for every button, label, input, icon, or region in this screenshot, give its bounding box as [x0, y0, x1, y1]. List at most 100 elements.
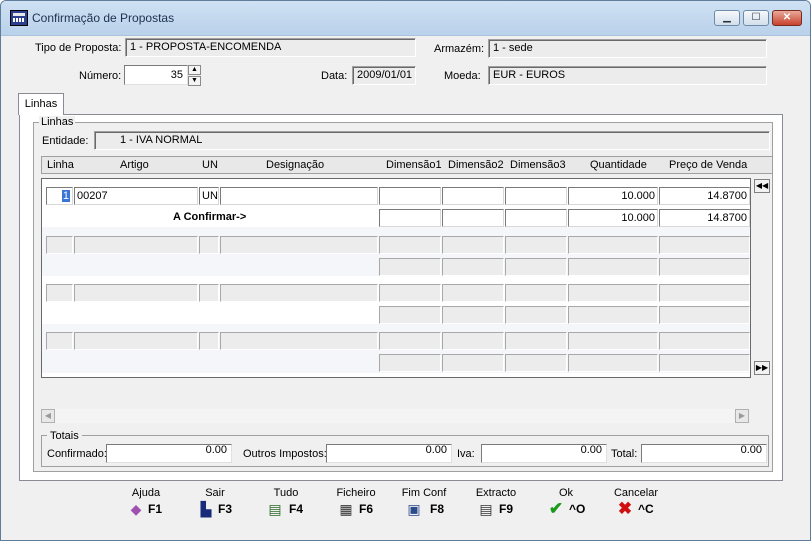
maximize-button[interactable]: ☐ [743, 10, 769, 26]
tudo-button[interactable]: Tudo ▤ F4 [256, 485, 316, 521]
cancelar-label: Cancelar [613, 487, 659, 499]
ajuda-key: F1 [148, 502, 163, 516]
column-artigo: Artigo [120, 159, 149, 171]
column-dimensao1: Dimensão1 [386, 159, 442, 171]
tab-linhas[interactable]: Linhas [18, 93, 64, 115]
empty-row-cell [199, 332, 219, 350]
ok-button[interactable]: Ok ✔ ^O [536, 485, 596, 521]
extracto-label: Extracto [475, 487, 517, 499]
sair-button[interactable]: Sair ▙ F3 [185, 485, 245, 521]
sair-label: Sair [205, 487, 225, 499]
confirmado-field: 0.00 [106, 444, 232, 463]
empty-row-cell [568, 258, 658, 276]
empty-row-cell [568, 332, 658, 350]
ajuda-label: Ajuda [131, 487, 161, 499]
extracto-key: F9 [499, 502, 514, 516]
numero-input[interactable]: 35 [124, 65, 188, 85]
close-button[interactable]: ✕ [772, 10, 802, 26]
sair-key: F3 [218, 502, 233, 516]
minimize-button[interactable]: ▁ [714, 10, 740, 26]
empty-row-cell [659, 284, 750, 302]
exit-icon: ▙ [200, 501, 212, 517]
empty-row-cell [46, 236, 73, 254]
row-dimensao1-cell[interactable] [379, 187, 441, 205]
empty-row-cell [442, 284, 504, 302]
confirm-dimensao1-cell[interactable] [379, 209, 441, 227]
scroll-right-button[interactable]: ▶ [735, 409, 749, 423]
fim-conf-button[interactable]: Fim Conf ▣ F8 [394, 485, 454, 521]
documents-icon: ▣ [407, 501, 421, 517]
empty-row-cell [379, 258, 441, 276]
ajuda-button[interactable]: Ajuda ◆ F1 [116, 485, 176, 521]
empty-row-cell [379, 306, 441, 324]
page-down-button[interactable]: ▶▶ [754, 361, 770, 375]
confirm-quantidade-cell[interactable]: 10.000 [568, 209, 658, 227]
empty-row-cell [659, 354, 750, 372]
cancelar-button[interactable]: Cancelar ✖ ^C [606, 485, 666, 521]
maximize-icon: ☐ [751, 12, 761, 23]
outros-impostos-label: Outros Impostos: [243, 448, 327, 460]
row-quantidade-cell[interactable]: 10.000 [568, 187, 658, 205]
checkmark-icon: ✔ [548, 499, 564, 518]
double-right-arrow-icon: ▶▶ [755, 363, 769, 372]
ok-label: Ok [558, 487, 574, 499]
numero-up-button[interactable]: ▲ [188, 65, 201, 75]
file-cabinet-icon: ▦ [339, 501, 353, 517]
empty-row-cell [74, 236, 198, 254]
total-field: 0.00 [641, 444, 767, 463]
empty-row-cell [505, 332, 567, 350]
row-dimensao3-cell[interactable] [505, 187, 567, 205]
scroll-left-button[interactable]: ◀ [41, 409, 55, 423]
empty-row-cell [568, 284, 658, 302]
empty-row-cell [379, 332, 441, 350]
extracto-button[interactable]: Extracto ▤ F9 [466, 485, 526, 521]
moeda-field: EUR - EUROS [488, 66, 767, 85]
ficheiro-button[interactable]: Ficheiro ▦ F6 [326, 485, 386, 521]
column-designacao: Designação [266, 159, 325, 171]
empty-row-cell [442, 332, 504, 350]
column-dimensao2: Dimensão2 [448, 159, 504, 171]
empty-row-cell [659, 258, 750, 276]
empty-row-cell [505, 258, 567, 276]
fim-conf-key: F8 [430, 502, 445, 516]
row-un-cell[interactable]: UN [199, 187, 219, 205]
empty-row-cell [379, 236, 441, 254]
numero-label: Número: [79, 70, 122, 82]
row-dimensao2-cell[interactable] [442, 187, 504, 205]
empty-row-cell [442, 236, 504, 254]
fim-conf-label: Fim Conf [401, 487, 447, 499]
entidade-label: Entidade: [42, 135, 89, 147]
tudo-key: F4 [289, 502, 304, 516]
numero-down-button[interactable]: ▼ [188, 76, 201, 86]
double-left-arrow-icon: ◀◀ [755, 181, 769, 190]
column-un: UN [202, 159, 218, 171]
armazem-field: 1 - sede [488, 39, 767, 58]
empty-row-cell [442, 258, 504, 276]
horizontal-scrollbar[interactable]: ◀ ▶ [41, 409, 749, 423]
row-designacao-cell[interactable] [220, 187, 378, 205]
page-up-button[interactable]: ◀◀ [754, 179, 770, 193]
empty-row-cell [46, 284, 73, 302]
row-artigo-cell[interactable]: 00207 [74, 187, 198, 205]
app-icon [10, 10, 28, 26]
confirm-dimensao3-cell[interactable] [505, 209, 567, 227]
empty-row-cell [568, 354, 658, 372]
cross-icon: ✖ [617, 499, 633, 518]
title-bar: Confirmação de Propostas ▁ ☐ ✕ [1, 1, 810, 36]
ok-key: ^O [569, 502, 586, 516]
column-preco-venda: Preço de Venda [669, 159, 748, 171]
column-quantidade: Quantidade [590, 159, 647, 171]
empty-row-cell [505, 354, 567, 372]
empty-row-cell [220, 332, 378, 350]
confirm-preco-cell[interactable]: 14.8700 [659, 209, 750, 227]
ficheiro-label: Ficheiro [336, 487, 376, 499]
cancelar-key: ^C [638, 502, 654, 516]
moeda-label: Moeda: [444, 70, 481, 82]
confirm-dimensao2-cell[interactable] [442, 209, 504, 227]
totais-title: Totais [47, 430, 82, 442]
row-preco-cell[interactable]: 14.8700 [659, 187, 750, 205]
a-confirmar-label: A Confirmar-> [173, 211, 247, 223]
entidade-field: 1 - IVA NORMAL [94, 131, 770, 150]
row-linha-cell[interactable]: 1 [46, 187, 73, 205]
ficheiro-key: F6 [359, 502, 374, 516]
